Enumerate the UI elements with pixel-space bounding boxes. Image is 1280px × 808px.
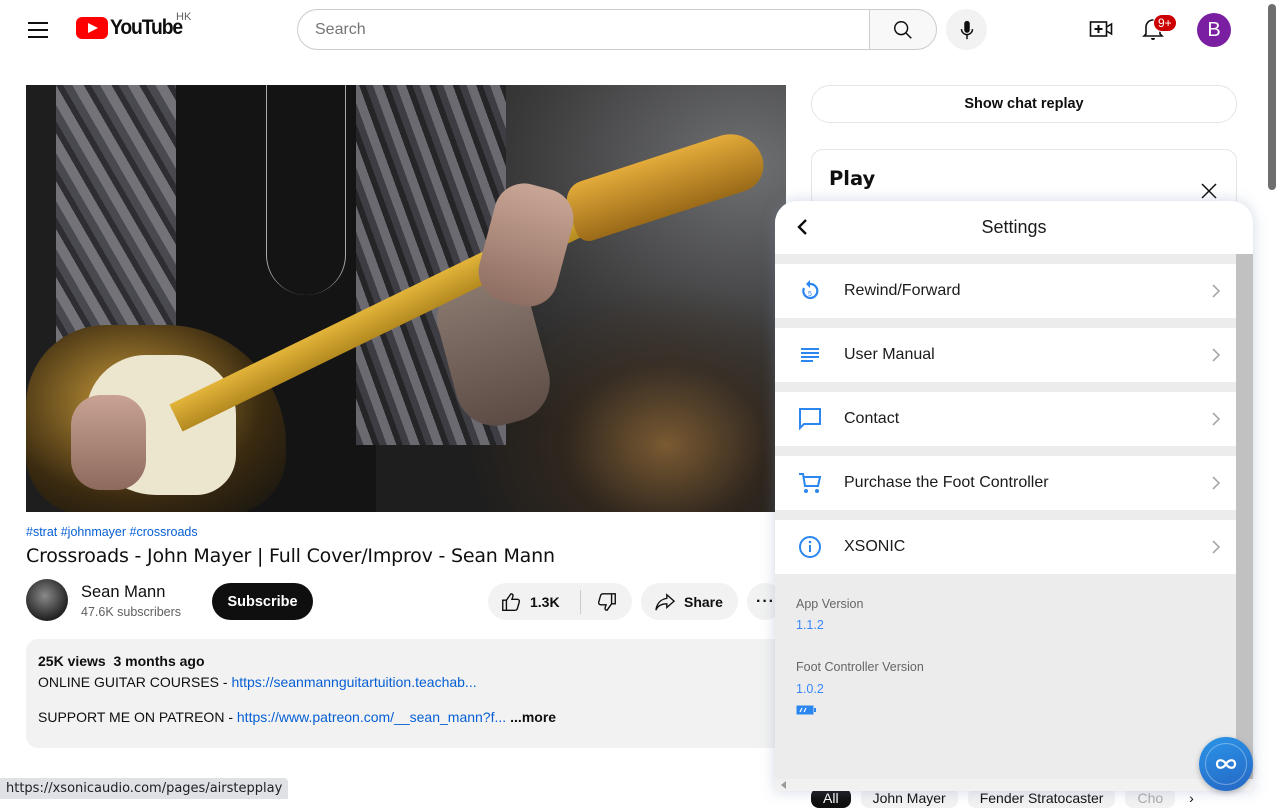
patreon-link[interactable]: https://www.patreon.com/__sean_mann?f...	[237, 709, 506, 725]
description-text: SUPPORT ME ON PATREON -	[38, 709, 237, 725]
show-chat-replay-button[interactable]: Show chat replay	[811, 85, 1237, 123]
settings-item-label: Contact	[844, 410, 900, 427]
chip-john-mayer[interactable]: John Mayer	[860, 788, 958, 808]
channel-subscribers: 47.6K subscribers	[81, 605, 182, 619]
settings-title: Settings	[981, 217, 1047, 237]
settings-item-label: Purchase the Foot Controller	[844, 474, 1049, 491]
course-link[interactable]: https://seanmannguitartuition.teachab...	[231, 674, 476, 690]
view-count: 25K views	[38, 653, 106, 669]
battery-icon	[796, 705, 816, 715]
settings-header: Settings	[775, 201, 1253, 254]
share-label: Share	[684, 593, 723, 610]
related-chips: All John Mayer Fender Stratocaster Cho ›	[811, 788, 1198, 808]
like-button[interactable]: 1.3K	[488, 583, 580, 620]
youtube-play-icon	[76, 17, 108, 39]
svg-text:5: 5	[808, 291, 812, 298]
description-text: ONLINE GUITAR COURSES -	[38, 674, 232, 690]
voice-search-button[interactable]	[946, 9, 987, 50]
chat-bubble-icon	[798, 408, 821, 431]
scroll-left-icon[interactable]	[781, 781, 786, 789]
video-player[interactable]	[26, 85, 786, 512]
rewind-5-icon: 5	[801, 280, 818, 300]
settings-item-user-manual[interactable]: User Manual	[775, 328, 1236, 382]
settings-item-rewind-forward[interactable]: 5 Rewind/Forward	[775, 264, 1236, 318]
cart-icon	[798, 473, 821, 493]
description-line: ONLINE GUITAR COURSES - https://seanmann…	[38, 674, 774, 690]
description-box[interactable]: 25K views 3 months ago ONLINE GUITAR COU…	[26, 639, 786, 748]
like-dislike-group: 1.3K	[488, 583, 632, 620]
dislike-button[interactable]	[581, 583, 632, 620]
thumbs-up-icon	[502, 592, 521, 611]
chevron-right-icon	[1212, 348, 1221, 362]
logo-text: YouTube	[110, 16, 183, 39]
page-scrollbar[interactable]	[1266, 0, 1280, 800]
video-frame-detail	[266, 85, 346, 295]
like-count: 1.3K	[530, 593, 560, 610]
microphone-icon	[960, 20, 973, 39]
document-lines-icon	[800, 348, 819, 362]
app-version-value: 1.1.2	[796, 618, 824, 632]
youtube-logo[interactable]: YouTube HK	[76, 11, 191, 40]
video-title: Crossroads - John Mayer | Full Cover/Imp…	[26, 545, 555, 567]
foot-controller-version-label: Foot Controller Version	[796, 660, 924, 674]
notification-badge: 9+	[1153, 14, 1177, 32]
settings-item-purchase[interactable]: Purchase the Foot Controller	[775, 456, 1236, 510]
settings-item-label: User Manual	[844, 346, 935, 363]
play-card-title: Play	[829, 167, 876, 190]
settings-item-label: Rewind/Forward	[844, 282, 961, 299]
status-bar-url: https://xsonicaudio.com/pages/airsteppla…	[0, 778, 289, 799]
thumbs-down-icon	[597, 592, 616, 611]
menu-icon[interactable]	[24, 17, 52, 41]
search-input[interactable]	[297, 9, 869, 50]
settings-item-contact[interactable]: Contact	[775, 392, 1236, 446]
video-hashtags[interactable]: #strat #johnmayer #crossroads	[26, 525, 198, 539]
region-label: HK	[176, 11, 192, 23]
app-version-label: App Version	[796, 597, 864, 611]
chevron-right-icon	[1212, 476, 1221, 490]
chevron-right-icon	[1212, 540, 1221, 554]
scrollbar-thumb[interactable]	[1268, 4, 1276, 190]
chip-all[interactable]: All	[811, 788, 851, 808]
info-icon	[798, 536, 821, 558]
description-meta: 25K views 3 months ago	[38, 653, 774, 669]
channel-avatar[interactable]	[26, 579, 68, 621]
upload-date: 3 months ago	[113, 653, 205, 669]
xsonic-extension-button[interactable]	[1199, 737, 1253, 791]
settings-scrollbar[interactable]	[1236, 254, 1253, 779]
chevron-right-icon	[1212, 412, 1221, 426]
settings-panel: Settings 5 Rewind/Forward User Manual Co…	[775, 201, 1253, 791]
account-avatar[interactable]: B	[1197, 13, 1231, 47]
close-icon	[1201, 183, 1217, 199]
video-add-icon	[1089, 21, 1113, 37]
foot-controller-version-value: 1.0.2	[796, 682, 824, 696]
video-frame-detail	[71, 395, 146, 490]
chip-fender-stratocaster[interactable]: Fender Stratocaster	[967, 788, 1116, 808]
show-more-button[interactable]: ...more	[510, 709, 556, 725]
settings-horizontal-scrollbar[interactable]	[775, 779, 1253, 791]
channel-name[interactable]: Sean Mann	[81, 583, 165, 602]
video-frame-detail	[561, 125, 771, 245]
chevron-right-icon	[1212, 284, 1221, 298]
search-icon	[894, 20, 912, 39]
share-icon	[655, 592, 676, 610]
share-button[interactable]: Share	[641, 583, 738, 620]
search-button[interactable]	[869, 9, 937, 50]
chips-next-icon[interactable]: ›	[1185, 788, 1198, 808]
create-button[interactable]	[1084, 12, 1118, 46]
chip-cho[interactable]: Cho	[1125, 788, 1176, 808]
description-line: SUPPORT ME ON PATREON - https://www.patr…	[38, 709, 774, 725]
infinity-icon	[1215, 759, 1237, 769]
settings-item-label: XSONIC	[844, 538, 906, 555]
subscribe-button[interactable]: Subscribe	[212, 583, 313, 620]
settings-item-xsonic[interactable]: XSONIC	[775, 520, 1236, 574]
